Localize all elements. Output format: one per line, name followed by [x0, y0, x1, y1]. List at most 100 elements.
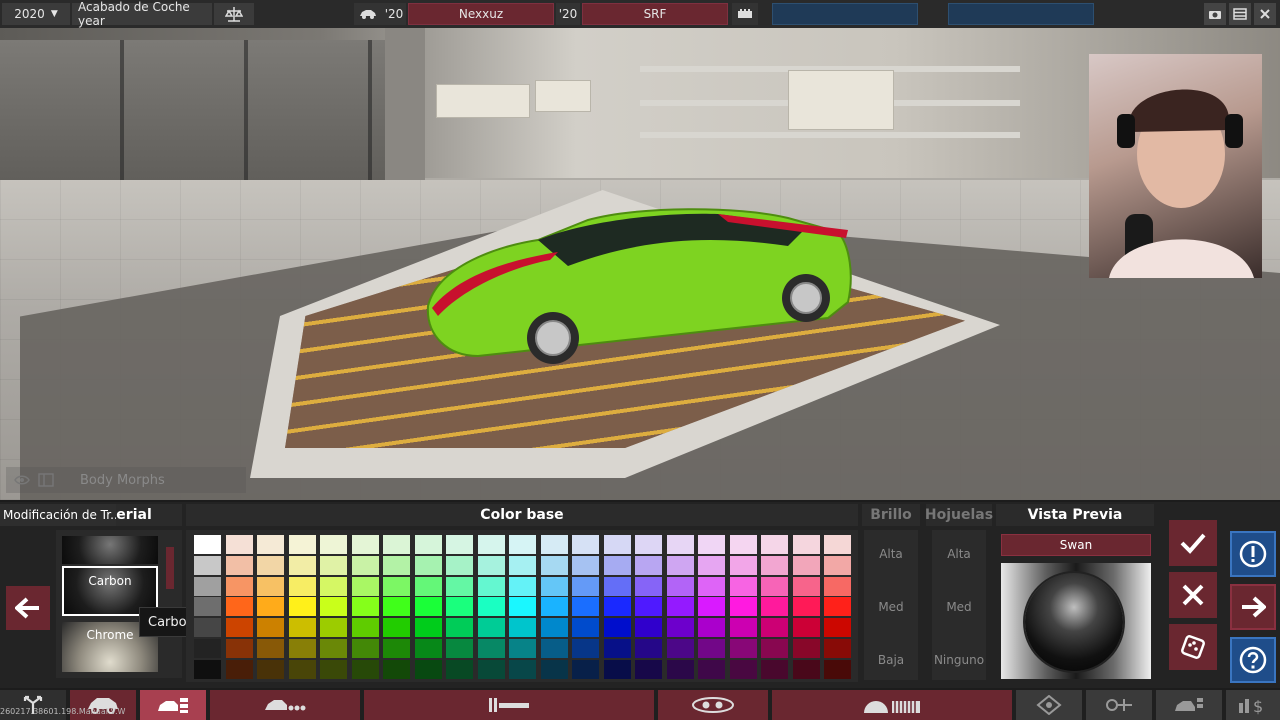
color-swatch[interactable]	[540, 618, 568, 638]
color-swatch[interactable]	[603, 659, 631, 679]
color-swatch[interactable]	[288, 597, 316, 617]
color-swatch[interactable]	[698, 618, 725, 638]
color-swatch[interactable]	[509, 618, 536, 638]
randomize-button[interactable]	[1169, 624, 1217, 670]
color-swatch[interactable]	[320, 659, 347, 679]
color-swatch[interactable]	[477, 535, 505, 554]
color-palette[interactable]	[186, 530, 858, 682]
color-swatch[interactable]	[572, 535, 599, 554]
color-swatch[interactable]	[351, 555, 379, 575]
color-swatch[interactable]	[351, 639, 379, 658]
color-swatch[interactable]	[225, 535, 253, 554]
body-morphs-row[interactable]: Body Morphs	[6, 467, 246, 493]
color-swatch[interactable]	[666, 576, 694, 596]
color-swatch[interactable]	[698, 535, 725, 554]
color-swatch[interactable]	[288, 535, 316, 554]
color-swatch[interactable]	[351, 535, 379, 554]
color-swatch[interactable]	[509, 659, 536, 679]
nav-paint[interactable]	[140, 690, 206, 720]
color-swatch[interactable]	[225, 555, 253, 575]
color-swatch[interactable]	[698, 576, 725, 596]
color-swatch[interactable]	[792, 659, 820, 679]
color-swatch[interactable]	[225, 576, 253, 596]
color-swatch[interactable]	[761, 659, 788, 679]
color-swatch[interactable]	[729, 535, 757, 554]
color-swatch[interactable]	[383, 597, 410, 617]
confirm-button[interactable]	[1169, 520, 1217, 566]
color-swatch[interactable]	[194, 535, 221, 554]
color-swatch[interactable]	[446, 639, 473, 658]
color-swatch[interactable]	[729, 555, 757, 575]
color-swatch[interactable]	[414, 555, 442, 575]
color-swatch[interactable]	[257, 576, 284, 596]
color-swatch[interactable]	[225, 618, 253, 638]
brillo-option-baja[interactable]: Baja	[864, 653, 918, 667]
car-model[interactable]	[418, 206, 854, 366]
trim-name-field[interactable]: SRF	[582, 3, 728, 25]
color-swatch[interactable]	[320, 576, 347, 596]
modifications-tab[interactable]: Modificación de Tr...	[0, 504, 116, 526]
color-swatch[interactable]	[351, 618, 379, 638]
color-swatch[interactable]	[414, 659, 442, 679]
color-swatch[interactable]	[666, 618, 694, 638]
engine-name-field[interactable]	[772, 3, 918, 25]
preview-color-name[interactable]: Swan	[1001, 534, 1151, 556]
color-swatch[interactable]	[729, 659, 757, 679]
color-swatch[interactable]	[414, 535, 442, 554]
color-swatch[interactable]	[824, 618, 851, 638]
color-swatch[interactable]	[792, 597, 820, 617]
color-swatch[interactable]	[572, 555, 599, 575]
color-swatch[interactable]	[540, 659, 568, 679]
color-swatch[interactable]	[320, 535, 347, 554]
color-swatch[interactable]	[194, 618, 221, 638]
color-swatch[interactable]	[414, 639, 442, 658]
color-swatch[interactable]	[635, 535, 662, 554]
color-swatch[interactable]	[383, 618, 410, 638]
color-swatch[interactable]	[698, 597, 725, 617]
nav-drivetrain[interactable]	[1086, 690, 1152, 720]
color-swatch[interactable]	[540, 597, 568, 617]
next-button[interactable]	[1230, 584, 1276, 630]
color-swatch[interactable]	[509, 576, 536, 596]
color-swatch[interactable]	[603, 555, 631, 575]
color-swatch[interactable]	[288, 618, 316, 638]
color-swatch[interactable]	[288, 576, 316, 596]
color-swatch[interactable]	[824, 576, 851, 596]
close-window-button[interactable]	[1254, 3, 1276, 25]
color-swatch[interactable]	[509, 639, 536, 658]
color-swatch[interactable]	[477, 639, 505, 658]
color-swatch[interactable]	[257, 597, 284, 617]
color-swatch[interactable]	[572, 659, 599, 679]
color-swatch[interactable]	[446, 597, 473, 617]
color-swatch[interactable]	[729, 618, 757, 638]
color-swatch[interactable]	[320, 618, 347, 638]
color-swatch[interactable]	[572, 618, 599, 638]
info-button[interactable]	[1230, 531, 1276, 577]
color-swatch[interactable]	[698, 639, 725, 658]
color-swatch[interactable]	[383, 659, 410, 679]
color-swatch[interactable]	[414, 618, 442, 638]
screenshot-button[interactable]	[1204, 3, 1226, 25]
color-swatch[interactable]	[257, 639, 284, 658]
color-swatch[interactable]	[509, 555, 536, 575]
color-swatch[interactable]	[509, 535, 536, 554]
hojuelas-option-ninguno[interactable]: Ninguno	[932, 653, 986, 667]
hojuelas-option-alta[interactable]: Alta	[932, 547, 986, 561]
color-swatch[interactable]	[635, 576, 662, 596]
color-swatch[interactable]	[792, 618, 820, 638]
color-swatch[interactable]	[540, 535, 568, 554]
color-swatch[interactable]	[194, 659, 221, 679]
color-swatch[interactable]	[761, 555, 788, 575]
color-swatch[interactable]	[666, 555, 694, 575]
color-swatch[interactable]	[603, 639, 631, 658]
color-swatch[interactable]	[729, 576, 757, 596]
color-swatch[interactable]	[635, 597, 662, 617]
color-swatch[interactable]	[225, 659, 253, 679]
color-swatch[interactable]	[603, 618, 631, 638]
color-swatch[interactable]	[635, 659, 662, 679]
color-swatch[interactable]	[225, 639, 253, 658]
color-swatch[interactable]	[761, 535, 788, 554]
color-swatch[interactable]	[288, 639, 316, 658]
color-swatch[interactable]	[572, 639, 599, 658]
color-swatch[interactable]	[257, 618, 284, 638]
